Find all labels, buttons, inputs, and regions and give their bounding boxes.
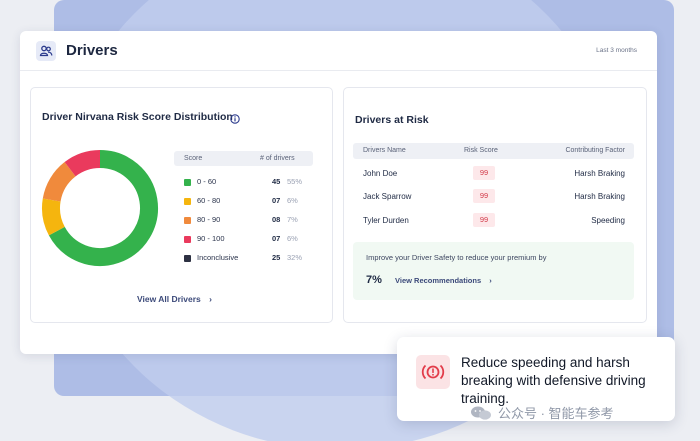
view-all-drivers-link[interactable]: View All Drivers › <box>137 294 212 304</box>
drivers-at-risk-panel: Drivers at Risk Drivers Name Risk Score … <box>343 87 647 323</box>
legend-label: 80 - 90 <box>197 215 221 224</box>
legend-count: 45 <box>272 177 281 186</box>
chevron-right-icon: › <box>489 276 492 285</box>
col-driver-name: Drivers Name <box>363 147 406 154</box>
driver-name: John Doe <box>363 169 398 178</box>
contributing-factor: Speeding <box>591 216 625 225</box>
risk-donut-chart <box>42 150 158 266</box>
drivers-card: Drivers Last 3 months Driver Nirvana Ris… <box>20 31 657 354</box>
risk-score-badge: 99 <box>473 166 495 180</box>
recommendations-label: View Recommendations <box>395 276 482 285</box>
donut-slice <box>42 162 76 202</box>
watermark: 公众号 · 智能车参考 <box>470 403 614 422</box>
risk-score-badge: 99 <box>473 213 495 227</box>
table-row[interactable]: John Doe 99 Harsh Braking <box>353 166 634 182</box>
legend-percent: 6% <box>287 196 298 205</box>
legend-swatch <box>184 179 191 186</box>
promo-percent: 7% <box>366 274 382 286</box>
chevron-right-icon: › <box>209 294 213 304</box>
brake-warning-icon <box>416 355 450 389</box>
legend-percent: 55% <box>287 177 303 186</box>
toast-message: Reduce speeding and harsh breaking with … <box>461 355 646 406</box>
legend-swatch <box>184 217 191 224</box>
legend-count: 25 <box>272 253 281 262</box>
legend-count: 07 <box>272 234 281 243</box>
legend-col-score: Score <box>184 155 203 162</box>
legend-count: 08 <box>272 215 281 224</box>
watermark-text: 公众号 · 智能车参考 <box>498 406 614 421</box>
legend-count: 07 <box>272 196 281 205</box>
legend-percent: 6% <box>287 234 298 243</box>
legend-label: 90 - 100 <box>197 234 225 243</box>
view-all-label: View All Drivers <box>137 294 201 304</box>
contributing-factor: Harsh Braking <box>574 169 625 178</box>
donut-slice <box>64 150 101 177</box>
users-icon <box>36 40 56 61</box>
col-contributing-factor: Contributing Factor <box>565 147 625 154</box>
legend-percent: 7% <box>287 215 298 224</box>
legend-col-drivers: # of drivers <box>260 155 295 162</box>
risk-score-badge: 99 <box>473 189 495 203</box>
legend-swatch <box>184 236 191 243</box>
info-icon[interactable] <box>230 111 240 129</box>
legend-swatch <box>184 198 191 205</box>
view-recommendations-link[interactable]: View Recommendations › <box>395 276 492 285</box>
at-risk-title: Drivers at Risk <box>355 114 429 126</box>
donut-slice <box>42 198 65 236</box>
period-selector[interactable]: Last 3 months <box>596 47 637 54</box>
wechat-icon <box>471 406 491 420</box>
table-row[interactable]: Jack Sparrow 99 Harsh Braking <box>353 189 634 205</box>
table-header: Drivers Name Risk Score Contributing Fac… <box>353 143 634 159</box>
distribution-title: Driver Nirvana Risk Score Distribution <box>42 111 233 123</box>
legend-swatch <box>184 255 191 262</box>
col-risk-score: Risk Score <box>464 147 498 154</box>
driver-name: Jack Sparrow <box>363 192 412 201</box>
promo-text: Improve your Driver Safety to reduce you… <box>366 253 547 262</box>
card-header: Drivers Last 3 months <box>20 31 657 71</box>
premium-promo: Improve your Driver Safety to reduce you… <box>353 242 634 300</box>
legend-label: Inconclusive <box>197 253 239 262</box>
legend-header: Score # of drivers <box>174 151 313 166</box>
table-row[interactable]: Tyler Durden 99 Speeding <box>353 213 634 229</box>
risk-distribution-panel: Driver Nirvana Risk Score Distribution S… <box>30 87 333 323</box>
legend-percent: 32% <box>287 253 303 262</box>
legend-label: 60 - 80 <box>197 196 221 205</box>
page-title: Drivers <box>66 42 118 59</box>
driver-name: Tyler Durden <box>363 216 409 225</box>
legend-label: 0 - 60 <box>197 177 217 186</box>
contributing-factor: Harsh Braking <box>574 192 625 201</box>
